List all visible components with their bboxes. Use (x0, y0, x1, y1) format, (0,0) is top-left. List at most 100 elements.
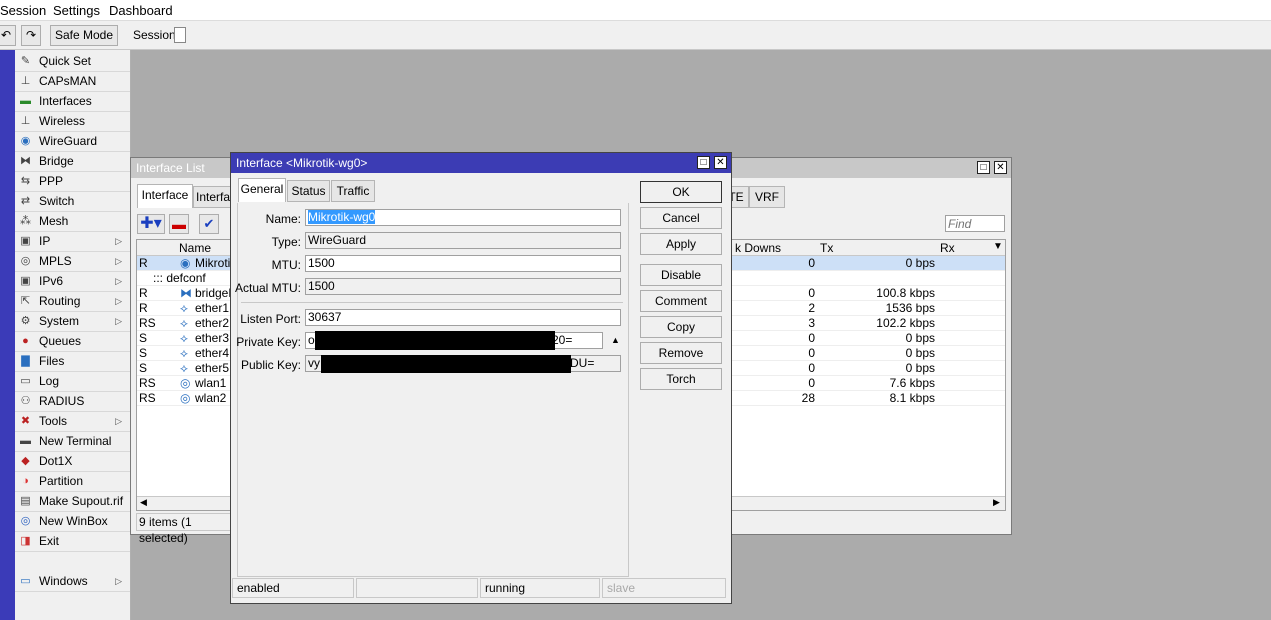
sidebar-item-interfaces[interactable]: ▬ Interfaces (15, 92, 130, 112)
columns-dropdown-icon[interactable]: ▼ (993, 241, 1003, 252)
sidebar-item-log[interactable]: ▭ Log (15, 372, 130, 392)
copy-button[interactable]: Copy (640, 316, 722, 338)
redo-icon[interactable]: ↷ (21, 25, 41, 46)
menu-bar: Session Settings Dashboard (0, 0, 1271, 21)
sidebar-item-radius[interactable]: ⚇ RADIUS (15, 392, 130, 412)
close-icon[interactable]: ✕ (714, 156, 727, 169)
sidebar-item-label: RADIUS (39, 394, 85, 408)
sidebar-item-partition[interactable]: ◑ Partition (15, 472, 130, 492)
column-rx[interactable]: Rx (940, 241, 955, 255)
apply-button[interactable]: Apply (640, 233, 722, 255)
sidebar-item-dot1x[interactable]: ◆ Dot1X (15, 452, 130, 472)
sidebar-item-quick-set[interactable]: ✎ Quick Set (15, 52, 130, 72)
sidebar-item-exit[interactable]: ◨ Exit (15, 532, 130, 552)
row-flag: R (139, 301, 148, 315)
sidebar-item-new-winbox[interactable]: ◎ New WinBox (15, 512, 130, 532)
mesh-icon: ⁂ (20, 215, 31, 227)
sidebar-item-ip[interactable]: ▣ IP ▷ (15, 232, 130, 252)
terminal-icon: ▬ (20, 435, 31, 447)
tools-icon: ✖ (20, 415, 31, 427)
partition-icon: ◑ (22, 475, 29, 487)
tab-status[interactable]: Status (287, 180, 330, 202)
row-tx: 0 bps (905, 361, 935, 375)
sidebar-item-system[interactable]: ⚙ System ▷ (15, 312, 130, 332)
sidebar-item-mpls[interactable]: ◎ MPLS ▷ (15, 252, 130, 272)
sidebar-item-label: Exit (39, 534, 60, 548)
maximize-icon[interactable]: □ (977, 161, 990, 174)
ip-icon: ▣ (20, 235, 31, 247)
scroll-right-icon[interactable]: ▶ (993, 497, 1000, 508)
sidebar-item-ppp[interactable]: ⇆ PPP (15, 172, 130, 192)
remove-button[interactable]: Remove (640, 342, 722, 364)
disable-button[interactable]: Disable (640, 264, 722, 286)
undo-icon[interactable]: ↶ (0, 25, 16, 46)
tab-traffic[interactable]: Traffic (331, 180, 375, 202)
tab-interface[interactable]: Interface (137, 184, 193, 208)
remove-icon[interactable]: ▬ (169, 214, 189, 234)
close-icon[interactable]: ✕ (994, 161, 1007, 174)
row-tx: 7.6 kbps (889, 376, 935, 390)
antenna-icon: ⊥ (20, 75, 31, 87)
cancel-button[interactable]: Cancel (640, 207, 722, 229)
torch-button[interactable]: Torch (640, 368, 722, 390)
sidebar-item-label: Interfaces (39, 94, 92, 108)
status-empty (356, 578, 478, 598)
tab-general[interactable]: General (238, 178, 286, 202)
comment-button[interactable]: Comment (640, 290, 722, 312)
status-slave: slave (602, 578, 726, 598)
mtu-field[interactable]: 1500 (305, 255, 621, 272)
sidebar-item-capsman[interactable]: ⊥ CAPsMAN (15, 72, 130, 92)
sidebar-item-label: PPP (39, 174, 64, 188)
sidebar-item-queues[interactable]: ● Queues (15, 332, 130, 352)
row-flag: S (139, 331, 148, 345)
column-name[interactable]: Name (179, 241, 211, 255)
menu-dashboard[interactable]: Dashboard (109, 3, 173, 18)
scroll-left-icon[interactable]: ◀ (140, 497, 147, 508)
safe-mode-button[interactable]: Safe Mode (50, 25, 118, 46)
row-flag: S (139, 346, 148, 360)
sidebar-item-new-terminal[interactable]: ▬ New Terminal (15, 432, 130, 452)
submenu-arrow-icon: ▷ (115, 256, 122, 266)
add-icon[interactable]: ✚▾ (137, 214, 165, 234)
sidebar-item-windows[interactable]: ▭ Windows ▷ (15, 572, 130, 592)
menu-settings[interactable]: Settings (53, 3, 100, 18)
wand-icon: ✎ (20, 55, 31, 67)
row-link-downs: 0 (808, 256, 815, 270)
sidebar-item-bridge[interactable]: ⧓ Bridge (15, 152, 130, 172)
hide-key-icon[interactable]: ▲ (611, 335, 620, 345)
redaction-bar (321, 355, 571, 373)
enable-icon[interactable]: ✔ (199, 214, 219, 234)
sidebar-item-tools[interactable]: ✖ Tools ▷ (15, 412, 130, 432)
wireless-icon: ⊥ (20, 115, 31, 127)
sidebar-item-wireguard[interactable]: ◉ WireGuard (15, 132, 130, 152)
ipv6-icon: ▣ (20, 275, 31, 287)
bridge-icon: ⧓ (20, 155, 31, 167)
sidebar-item-mesh[interactable]: ⁂ Mesh (15, 212, 130, 232)
sidebar-item-label: Queues (39, 334, 82, 348)
interfaces-icon: ▬ (20, 95, 31, 107)
row-tx: 8.1 kbps (889, 391, 935, 405)
find-input[interactable] (945, 215, 1005, 232)
switch-icon: ⇄ (20, 195, 31, 207)
session-field[interactable] (174, 27, 186, 43)
column-link-downs[interactable]: k Downs (735, 241, 781, 255)
tab-vrf[interactable]: VRF (749, 186, 785, 208)
ethernet-icon: ⟡ (180, 346, 188, 360)
column-tx[interactable]: Tx (820, 241, 833, 255)
sidebar-item-wireless[interactable]: ⊥ Wireless (15, 112, 130, 132)
menu-session[interactable]: Session (0, 3, 46, 18)
ok-button[interactable]: OK (640, 181, 722, 203)
sidebar-item-ipv6[interactable]: ▣ IPv6 ▷ (15, 272, 130, 292)
type-field: WireGuard (305, 232, 621, 249)
row-link-downs: 2 (808, 301, 815, 315)
name-field[interactable]: Mikrotik-wg0 (305, 209, 621, 226)
interface-dialog: Interface <Mikrotik-wg0> □ ✕ General Sta… (230, 152, 732, 604)
listen-port-field[interactable]: 30637 (305, 309, 621, 326)
sidebar-item-switch[interactable]: ⇄ Switch (15, 192, 130, 212)
sidebar-item-routing[interactable]: ⇱ Routing ▷ (15, 292, 130, 312)
tab-interface-list[interactable]: Interfa (193, 186, 233, 208)
wireless-icon: ◎ (180, 391, 191, 405)
maximize-icon[interactable]: □ (697, 156, 710, 169)
sidebar-item-make-supout-rif[interactable]: ▤ Make Supout.rif (15, 492, 130, 512)
sidebar-item-files[interactable]: ▇ Files (15, 352, 130, 372)
